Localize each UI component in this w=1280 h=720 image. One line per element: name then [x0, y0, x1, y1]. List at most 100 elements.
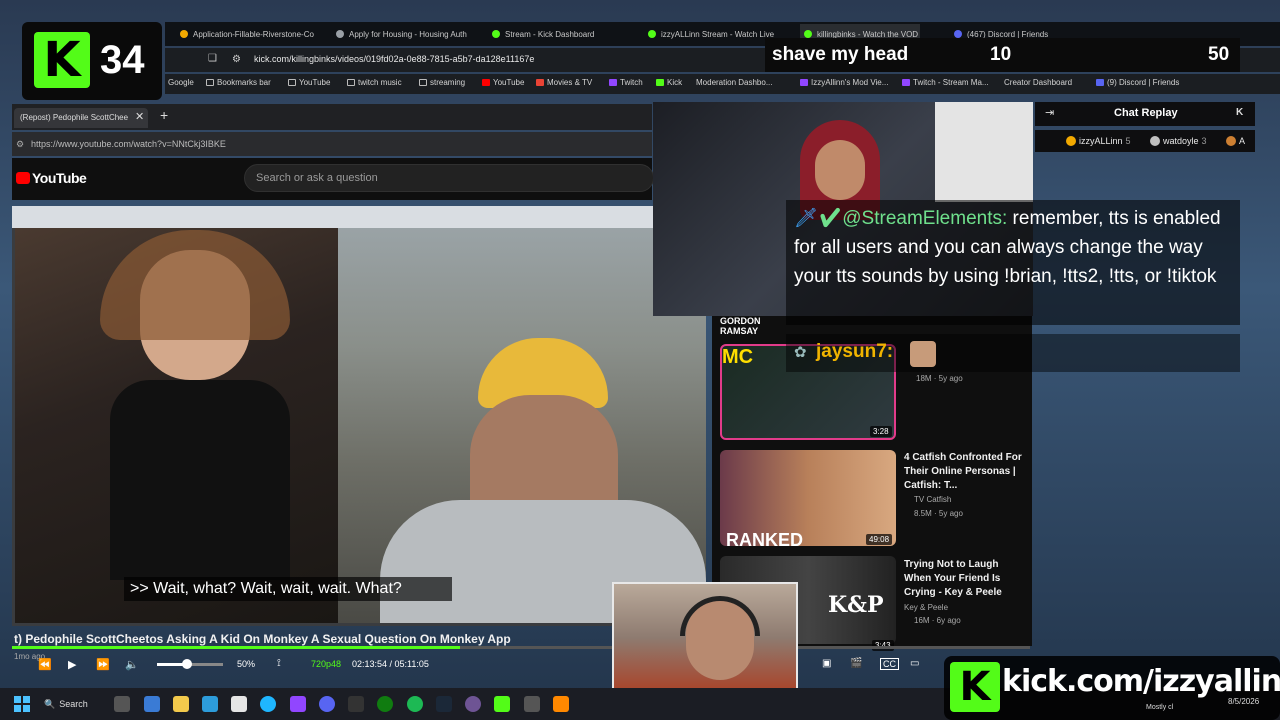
- xbox-icon[interactable]: [377, 696, 393, 712]
- bookmark-item[interactable]: IzzyAllinn's Mod Vie...: [800, 78, 888, 87]
- bookmark-item[interactable]: Twitch - Stream Ma...: [902, 78, 989, 87]
- twitch-icon: [902, 79, 910, 86]
- bookmark-item[interactable]: streaming: [419, 78, 465, 87]
- settings-icon[interactable]: ⚙: [16, 139, 24, 150]
- steam-icon[interactable]: [436, 696, 452, 712]
- top-chatter[interactable]: A: [1226, 136, 1245, 146]
- rec-meta: 16M · 6y ago: [914, 616, 961, 625]
- chat-username: jaysun7:: [816, 341, 894, 362]
- clip-icon[interactable]: 🎬: [850, 658, 862, 669]
- folder-icon: [347, 79, 355, 86]
- weather-label: Mostly cl: [1146, 704, 1174, 711]
- shirt-shape: [110, 380, 290, 580]
- rec-title[interactable]: 4 Catfish Confronted For Their Online Pe…: [904, 451, 1024, 493]
- movies-icon: [536, 79, 544, 86]
- kick-logo-icon: K: [34, 32, 90, 88]
- video-inner-browser-strip: [12, 206, 706, 228]
- app-icon[interactable]: [524, 696, 540, 712]
- bookmark-item[interactable]: Kick: [656, 78, 682, 87]
- spotify-icon[interactable]: [407, 696, 423, 712]
- rec-title[interactable]: Trying Not to Laugh When Your Friend Is …: [904, 558, 1024, 600]
- quality-label[interactable]: 720p48: [311, 659, 341, 669]
- kick-icon: [656, 79, 664, 86]
- top-chatter[interactable]: watdoyle 3: [1150, 136, 1207, 146]
- browser-tab[interactable]: izzyALLinn Stream - Watch Live: [648, 24, 783, 44]
- store-icon[interactable]: [202, 696, 218, 712]
- bookmark-item[interactable]: Google: [168, 78, 194, 87]
- bookmark-item[interactable]: Creator Dashboard: [1004, 78, 1072, 87]
- tab-favicon-icon: [336, 30, 344, 38]
- task-view-icon[interactable]: [114, 696, 130, 712]
- bookmark-item[interactable]: YouTube: [482, 78, 524, 87]
- bookmark-item[interactable]: Moderation Dashbo...: [696, 78, 773, 87]
- taskbar-clock[interactable]: 8/5/2026: [1228, 696, 1259, 707]
- calendar-icon[interactable]: [231, 696, 247, 712]
- twitch-icon: [609, 79, 617, 86]
- folder-icon: [206, 79, 214, 86]
- obs-icon[interactable]: [465, 696, 481, 712]
- forward-icon[interactable]: ⏩: [96, 658, 110, 671]
- kick-app-icon[interactable]: [494, 696, 510, 712]
- youtube-wordmark[interactable]: YouTube: [32, 170, 87, 186]
- browser-tab[interactable]: Apply for Housing - Housing Auth: [336, 24, 476, 44]
- captions-icon[interactable]: CC: [880, 658, 899, 670]
- youtube-search-input[interactable]: Search or ask a question: [244, 164, 654, 192]
- desktop: Application-Fillable-Riverstone-Co Apply…: [0, 0, 1280, 720]
- bookmark-item[interactable]: Bookmarks bar: [206, 78, 271, 87]
- close-icon[interactable]: ✕: [135, 110, 144, 123]
- progress-fill: [12, 646, 460, 649]
- rewind-icon[interactable]: ⏪: [38, 658, 52, 671]
- kick-icon[interactable]: K: [1236, 107, 1243, 118]
- collapse-icon[interactable]: ⇥: [1045, 106, 1054, 119]
- youtube-logo-icon[interactable]: [16, 172, 30, 184]
- rec-channel[interactable]: TV Catfish: [914, 494, 1034, 506]
- discord-icon[interactable]: [319, 696, 335, 712]
- rec-brand: RANKED: [726, 530, 804, 550]
- theater-icon[interactable]: ▭: [910, 658, 919, 669]
- taskbar-search[interactable]: 🔍 Search: [44, 694, 104, 714]
- badge-icon: [1226, 136, 1236, 146]
- new-tab-icon[interactable]: +: [160, 107, 168, 123]
- browser-tab[interactable]: Stream - Kick Dashboard: [492, 24, 632, 44]
- speed-label[interactable]: 50%: [237, 659, 255, 669]
- volume-knob[interactable]: [182, 659, 192, 669]
- edge-icon[interactable]: [260, 696, 276, 712]
- mc-logo: MC: [722, 346, 754, 368]
- overlay-chat-text: 🗡✔@StreamElements: remember, tts is enab…: [794, 204, 1234, 291]
- inner-url-field[interactable]: https://www.youtube.com/watch?v=NNtCkj3I…: [31, 139, 226, 149]
- bookmark-item[interactable]: Movies & TV: [536, 78, 592, 87]
- audio-icon[interactable]: ⟟: [277, 658, 281, 669]
- widgets-icon[interactable]: [144, 696, 160, 712]
- browser-tab[interactable]: Application-Fillable-Riverstone-Co: [180, 24, 320, 44]
- video-caption: >> Wait, what? Wait, wait, wait. What?: [130, 580, 402, 597]
- goal-target: 50: [1208, 44, 1230, 65]
- play-icon[interactable]: ▶: [68, 658, 76, 671]
- bookmark-item[interactable]: Twitch: [609, 78, 643, 87]
- bookmark-item[interactable]: twitch music: [347, 78, 402, 87]
- chat-username: @StreamElements:: [842, 208, 1008, 229]
- verified-icon: ✔: [818, 208, 843, 229]
- inner-tab[interactable]: (Repost) Pedophile ScottChee: [14, 108, 148, 128]
- windows-start-icon[interactable]: [14, 696, 30, 712]
- rec-meta: 8.5M · 5y ago: [914, 509, 963, 518]
- twitch-icon[interactable]: [290, 696, 306, 712]
- file-explorer-icon[interactable]: [173, 696, 189, 712]
- tab-favicon-icon: [180, 30, 188, 38]
- bookmark-item[interactable]: YouTube: [288, 78, 330, 87]
- audio-app-icon[interactable]: [348, 696, 364, 712]
- goal-current: 10: [990, 44, 1012, 65]
- kick-url-text: kick.com/izzyallinn: [1002, 664, 1280, 699]
- bookmark-icon[interactable]: ❑: [208, 53, 217, 64]
- bookmark-item[interactable]: (9) Discord | Friends: [1096, 78, 1179, 87]
- site-settings-icon[interactable]: ⚙: [232, 54, 241, 65]
- vlc-icon[interactable]: [553, 696, 569, 712]
- rec-channel[interactable]: Key & Peele: [904, 602, 1024, 614]
- folder-icon: [288, 79, 296, 86]
- top-chatter[interactable]: izzyALLinn 5: [1066, 136, 1131, 146]
- youtube-icon: [482, 79, 490, 86]
- url-field[interactable]: kick.com/killingbinks/videos/019fd02a-0e…: [254, 54, 534, 64]
- pip-icon[interactable]: ▣: [822, 658, 831, 669]
- tab-favicon-icon: [804, 30, 812, 38]
- volume-icon[interactable]: 🔈: [125, 658, 139, 671]
- badge-icon: [1150, 136, 1160, 146]
